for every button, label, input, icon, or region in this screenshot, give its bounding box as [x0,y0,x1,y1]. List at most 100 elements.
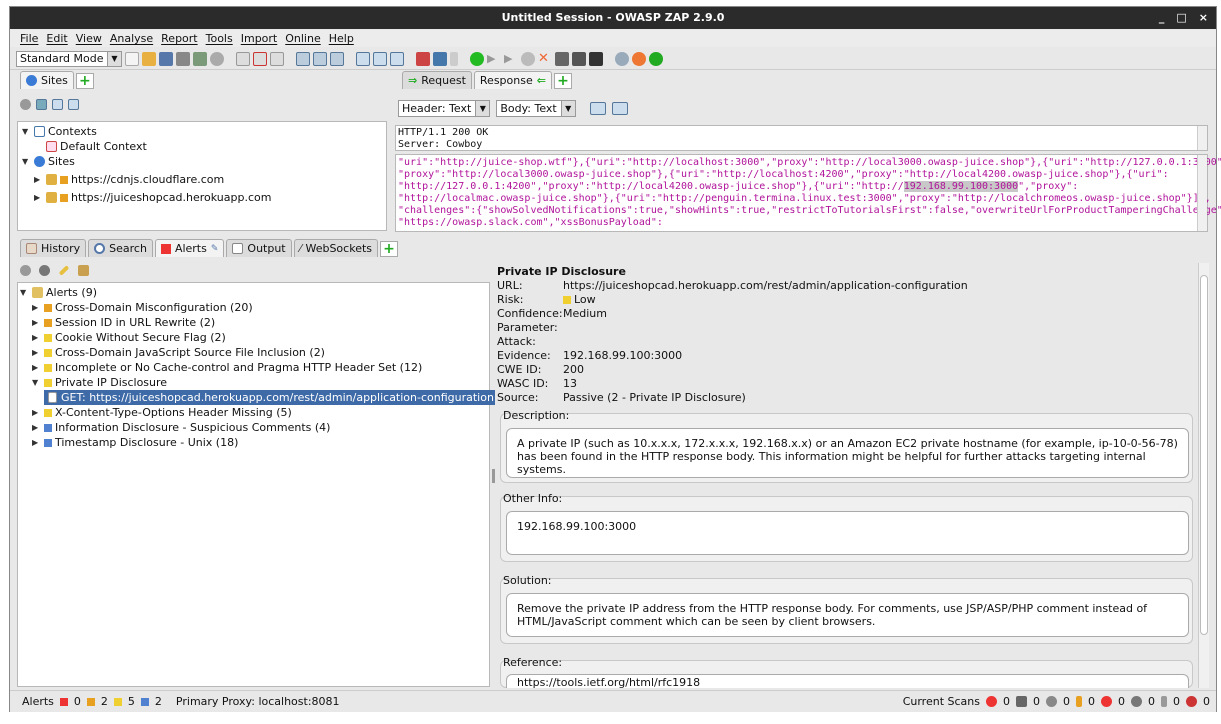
menu-analyse[interactable]: Analyse [110,30,153,47]
new-context-icon[interactable] [36,99,47,110]
minimize-button[interactable]: _ [1159,7,1165,29]
open-session-icon[interactable] [142,51,156,66]
cross-icon[interactable]: ✕ [538,51,552,66]
detail-field: Parameter: [497,321,968,335]
help-icon[interactable] [615,51,629,66]
spider-icon[interactable] [416,51,430,66]
alert-item-label: Cookie Without Secure Flag (2) [55,331,226,344]
tab-alerts[interactable]: Alerts ✎ [154,239,225,257]
menu-import[interactable]: Import [241,30,278,47]
app-window: Untitled Session - OWASP ZAP 2.9.0 _ □ ×… [9,6,1221,712]
alert-item[interactable]: ▶ Information Disclosure - Suspicious Com… [20,420,500,435]
detail-field-value: Passive (2 - Private IP Disclosure) [563,391,746,404]
tree-default-context[interactable]: Default Context [22,139,271,154]
split-bottom-icon[interactable] [390,51,404,66]
split-side-icon[interactable] [373,51,387,66]
step-icon[interactable]: ▶ [487,52,501,66]
menu-online[interactable]: Online [285,30,320,47]
menu-file[interactable]: File [20,30,38,47]
context-icon [46,141,57,152]
table-icon[interactable] [572,51,586,66]
break-icon[interactable] [470,51,484,66]
alert-item[interactable]: ▶ X-Content-Type-Options Header Missing (… [20,405,500,420]
alert-item[interactable]: ▶ Session ID in URL Rewrite (2) [20,315,500,330]
layout-full-icon[interactable] [296,51,310,66]
body-view-select[interactable]: Body: Text ▼ [496,100,576,117]
alert-item[interactable]: ▶ Cookie Without Secure Flag (2) [20,330,500,345]
close-button[interactable]: × [1199,7,1208,29]
show-tabs-icon[interactable] [270,51,284,66]
tab-request[interactable]: ⇒ Request [402,71,472,89]
tab-sites[interactable]: Sites [20,71,74,89]
alert-item[interactable]: ▼ Private IP Disclosure [20,375,500,390]
alert-item[interactable]: ▶ Cross-Domain Misconfiguration (20) [20,300,500,315]
import-context-icon[interactable] [52,99,63,110]
response-header-pane[interactable]: HTTP/1.1 200 OK Server: Cowboy [395,125,1208,151]
bug-icon [1186,696,1197,707]
header-view-select[interactable]: Header: Text ▼ [398,100,491,117]
tab-output[interactable]: Output [226,239,292,257]
globe-icon [26,75,37,86]
menu-tools[interactable]: Tools [206,30,233,47]
broom-icon[interactable] [78,265,89,276]
alert-item-label: X-Content-Type-Options Header Missing (5… [55,406,292,419]
grid-icon[interactable] [555,51,569,66]
add-tab-button[interactable]: + [553,73,572,89]
tree-sites[interactable]: ▼ Sites [22,154,271,169]
alert-item[interactable]: ▶ Timestamp Disclosure - Unix (18) [20,435,500,450]
tab-history[interactable]: History [20,239,87,257]
snapshot-icon[interactable] [176,51,190,66]
alert-item[interactable]: ▶ Cross-Domain JavaScript Source File Inc… [20,345,500,360]
sites-tabbar: Sites + [20,71,94,89]
tree-site-cdnjs[interactable]: ▶ https://cdnjs.cloudflare.com [22,172,271,187]
alerts-root[interactable]: ▼ Alerts (9) [20,285,500,300]
tree-site-juiceshop[interactable]: ▶ https://juiceshopcad.herokuapp.com [22,190,271,205]
session-properties-icon[interactable] [193,51,207,66]
add-tab-button[interactable]: + [380,241,399,257]
layout-horizontal-icon[interactable] [313,51,327,66]
alert-item[interactable]: GET: https://juiceshopcad.herokuapp.com/… [20,390,500,405]
menu-report[interactable]: Report [161,30,197,47]
search-icon [94,243,106,254]
tab-search[interactable]: Search [88,239,153,257]
scan-policy-icon[interactable] [433,51,447,66]
pin-icon[interactable]: ✎ [211,244,219,254]
console-icon[interactable] [589,51,603,66]
filter-icon[interactable] [20,265,31,276]
new-session-icon[interactable] [125,51,139,66]
firefox-icon[interactable] [632,51,646,66]
save-session-icon[interactable] [159,51,173,66]
continue-icon[interactable]: ▶ [504,52,518,66]
options-gear-icon[interactable] [210,51,224,66]
tree-sites-label: Sites [48,155,75,168]
tab-websockets[interactable]: ⁄ WebSockets [293,239,379,257]
drop-icon[interactable] [521,51,535,66]
remove-tab-icon[interactable] [253,51,267,66]
show-sites-icon[interactable] [20,99,31,110]
alert-item[interactable]: ▶ Incomplete or No Cache-control and Prag… [20,360,500,375]
gear-icon[interactable] [39,265,50,276]
detail-field-key: Attack: [497,335,536,348]
edit-icon[interactable] [58,265,70,276]
split-horizontal-icon[interactable] [589,102,606,115]
menu-edit[interactable]: Edit [46,30,67,47]
add-tab-button[interactable]: + [75,73,94,89]
tab-response[interactable]: Response ⇐ [473,71,552,89]
split-vertical-icon[interactable] [611,102,628,115]
response-body-pane[interactable]: "uri":"http://juice-shop.wtf"},{"uri":"h… [395,154,1221,232]
layout-vertical-icon[interactable] [330,51,344,66]
layout-icon[interactable] [236,51,250,66]
chrome-icon[interactable] [649,51,663,66]
detail-scrollbar[interactable] [1198,263,1209,688]
maximize-button[interactable]: □ [1176,7,1186,29]
body-scrollbar[interactable] [1197,155,1207,231]
menu-help[interactable]: Help [329,30,354,47]
export-context-icon[interactable] [68,99,79,110]
header-scrollbar[interactable] [1197,126,1207,150]
pin-icon[interactable] [450,51,458,66]
split-tabs-icon[interactable] [356,51,370,66]
tree-contexts[interactable]: ▼ Contexts [22,124,271,139]
detail-scrollbar-thumb[interactable] [1200,275,1208,635]
menu-view[interactable]: View [76,30,102,47]
mode-select[interactable]: Standard Mode ▼ [16,50,122,67]
